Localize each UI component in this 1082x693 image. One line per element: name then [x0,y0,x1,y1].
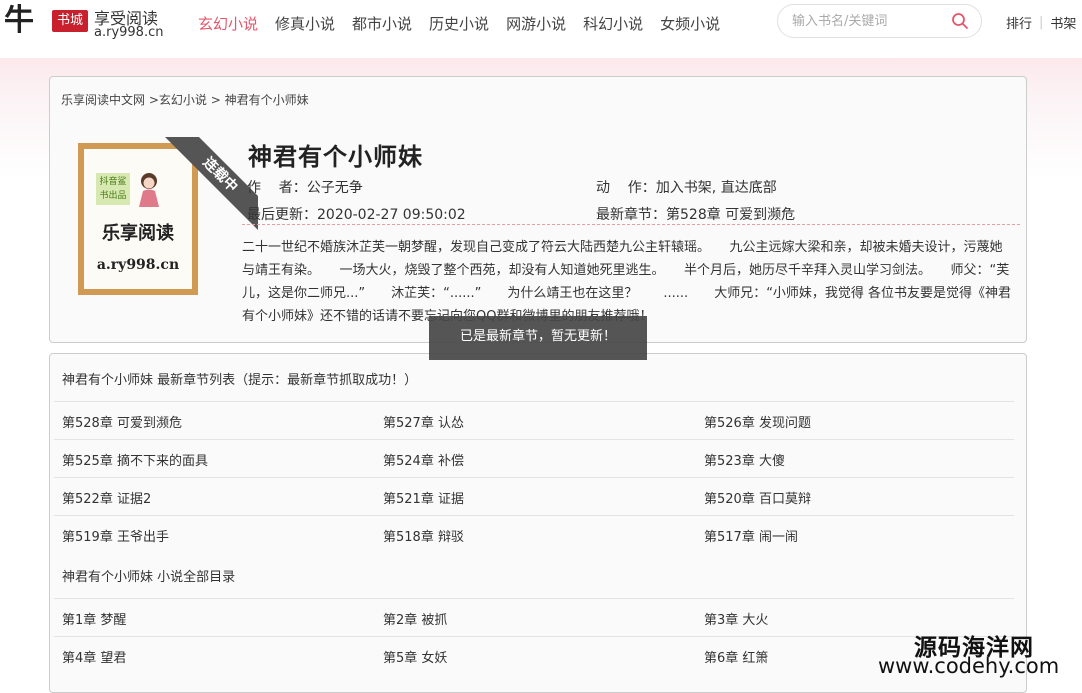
chapter-row: 第4章 望君 第5章 女妖 第6章 红箫 [54,636,1014,674]
updated-value: 2020-02-27 09:50:02 [317,207,466,223]
chapter-link[interactable]: 第528章 可爱到濒危 [62,412,182,431]
actions-line: 动 作：加入书架, 直达底部 [596,177,777,197]
actions-links[interactable]: 加入书架, 直达底部 [656,180,777,196]
nav-item-xuanhuan[interactable]: 玄幻小说 [198,13,258,34]
book-intro: 二十一世纪不婚族沐芷芙一朝梦醒，发现自己变成了符云大陆西楚九公主轩辕瑶。 九公主… [242,240,1012,324]
breadcrumb-separator: > [210,93,225,107]
chapter-row: 第522章 证据2 第521章 证据 第520章 百口莫辩 [54,477,1014,515]
nav-item-dushi[interactable]: 都市小说 [352,13,412,34]
chapter-link[interactable]: 第525章 摘不下来的面具 [62,450,208,469]
site-logo[interactable]: 牛 书城 享受阅读 a.ry998.cn [2,2,164,42]
logo-url: a.ry998.cn [94,25,164,40]
divider [242,224,1020,225]
chapter-link[interactable]: 第521章 证据 [383,488,464,507]
chapter-row: 第1章 梦醒 第2章 被抓 第3章 大火 [54,598,1014,636]
search-icon[interactable] [951,12,969,30]
cover-url: a.ry998.cn [96,257,180,273]
status-ribbon: 连载中 [158,137,258,237]
latest-chapters-heading: 神君有个小师妹 最新章节列表（提示：最新章节抓取成功！） [62,373,418,388]
chapter-link[interactable]: 第523章 大傻 [704,450,785,469]
status-ribbon-label: 连载中 [162,137,258,233]
book-title: 神君有个小师妹 [248,143,423,171]
site-header: 牛 书城 享受阅读 a.ry998.cn 玄幻小说 修真小说 都市小说 历史小说… [0,0,1082,44]
search-input[interactable] [792,12,942,30]
chapter-link[interactable]: 第4章 望君 [62,647,126,666]
chapter-link[interactable]: 第519章 王爷出手 [62,526,169,545]
breadcrumb: 乐享阅读中文网 >玄幻小说 > 神君有个小师妹 [61,91,309,108]
chapter-row: 第519章 王爷出手 第518章 辩驳 第517章 闹一闹 [54,515,1014,553]
search-box [777,4,982,38]
chapter-link[interactable]: 第2章 被抓 [383,609,447,628]
toast-message: 已是最新章节，暂无更新！ [429,316,647,360]
main-nav: 玄幻小说 修真小说 都市小说 历史小说 网游小说 科幻小说 女频小说 [198,13,737,34]
chapter-link[interactable]: 第518章 辩驳 [383,526,464,545]
chapter-link[interactable]: 第520章 百口莫辩 [704,488,811,507]
chapter-link[interactable]: 第522章 证据2 [62,488,151,507]
chapter-link[interactable]: 第524章 补偿 [383,450,464,469]
nav-item-wangyou[interactable]: 网游小说 [506,13,566,34]
chapter-link[interactable]: 第6章 红箫 [704,647,768,666]
updated-label: 最后更新： [247,207,317,223]
link-separator: | [1039,15,1044,30]
logo-stamp: 书城 [52,10,88,32]
latest-chapter-link[interactable]: 第528章 可爱到濒危 [666,207,795,223]
chapter-row: 第528章 可爱到濒危 第527章 认怂 第526章 发现问题 [54,401,1014,439]
author-label: 作 者： [247,180,307,196]
logo-char: 牛 [4,3,34,38]
ranking-link[interactable]: 排行 [1006,13,1032,32]
chapter-link[interactable]: 第5章 女妖 [383,647,447,666]
breadcrumb-home[interactable]: 乐享阅读中文网 [61,93,145,107]
chapter-link[interactable]: 第3章 大火 [704,609,768,628]
breadcrumb-category[interactable]: 玄幻小说 [159,93,207,107]
chapter-link[interactable]: 第1章 梦醒 [62,609,126,628]
nav-item-nvpin[interactable]: 女频小说 [660,13,720,34]
author-line: 作 者：公子无争 [247,177,363,197]
latest-line: 最新章节：第528章 可爱到濒危 [596,204,795,224]
watermark: 源码海洋网 www.codehy.com [872,624,1080,684]
breadcrumb-separator: > [148,93,159,107]
latest-label: 最新章节： [596,207,666,223]
all-chapters-heading: 神君有个小师妹 小说全部目录 [62,570,236,585]
watermark-url: www.codehy.com [878,654,1060,678]
chapter-link[interactable]: 第527章 认怂 [383,412,464,431]
breadcrumb-book: 神君有个小师妹 [224,93,309,107]
chapter-link[interactable]: 第526章 发现问题 [704,412,811,431]
updated-line: 最后更新：2020-02-27 09:50:02 [247,204,466,224]
chapter-link[interactable]: 第517章 闹一闹 [704,526,798,545]
nav-item-lishi[interactable]: 历史小说 [429,13,489,34]
actions-label: 动 作： [596,180,656,196]
chapter-row: 第525章 摘不下来的面具 第524章 补偿 第523章 大傻 [54,439,1014,477]
bookshelf-link[interactable]: 书架 [1050,13,1076,32]
book-info-panel: 乐享阅读中文网 >玄幻小说 > 神君有个小师妹 抖音鲨书出品 乐享阅读 a.ry… [49,76,1027,343]
cover-badge: 抖音鲨书出品 [96,173,130,205]
nav-item-kehuan[interactable]: 科幻小说 [583,13,643,34]
nav-item-xiuzhen[interactable]: 修真小说 [275,13,335,34]
top-links: 排行 | 书架 [1006,13,1076,32]
author-name[interactable]: 公子无争 [307,180,363,196]
